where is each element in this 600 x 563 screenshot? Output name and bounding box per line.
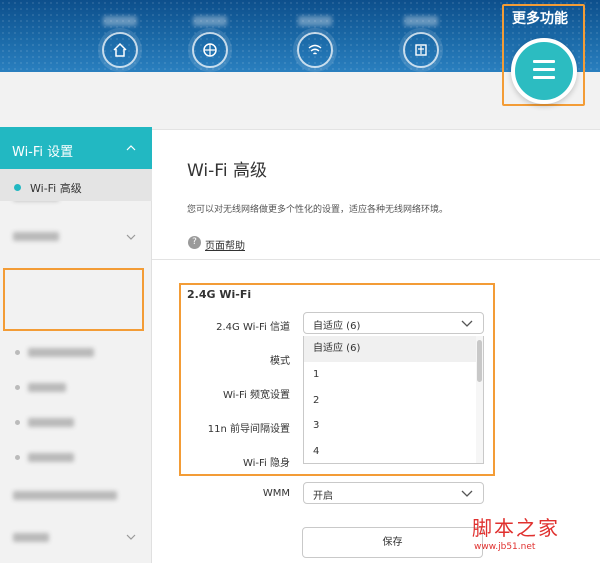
highlight-box-sidebar — [3, 268, 144, 331]
wmm-select[interactable]: 开启 — [303, 482, 484, 504]
device-icon — [403, 32, 439, 68]
wmm-label: WMM — [262, 488, 290, 499]
guard-interval-label: 11n 前导间隔设置 — [207, 424, 290, 435]
nav-item-devices[interactable] — [391, 16, 451, 68]
menu-icon — [533, 60, 555, 63]
channel-option[interactable]: 4 — [304, 439, 478, 463]
more-functions-button[interactable] — [511, 38, 577, 104]
nav-item-label — [298, 16, 332, 26]
bullet-icon — [15, 385, 20, 390]
channel-dropdown-list[interactable]: 自适应 (6) 1 2 3 4 — [303, 336, 484, 464]
channel-option[interactable]: 3 — [304, 413, 478, 439]
chevron-down-icon — [126, 234, 136, 240]
hidden-ssid-label: Wi-Fi 隐身 — [242, 458, 290, 469]
nav-item-label — [193, 16, 227, 26]
page-description: 您可以对无线网络做更多个性化的设置，适应各种无线网络环境。 — [187, 205, 449, 215]
wifi-icon — [297, 32, 333, 68]
scrollbar-thumb[interactable] — [477, 340, 482, 382]
globe-icon — [192, 32, 228, 68]
sidebar-item-blurred[interactable] — [28, 348, 94, 357]
sidebar-item-blurred[interactable] — [28, 418, 74, 427]
channel-option[interactable]: 1 — [304, 362, 478, 388]
home-icon — [102, 32, 138, 68]
chevron-down-icon — [126, 534, 136, 540]
page-title: Wi-Fi 高级 — [187, 161, 267, 181]
watermark-url: www.jb51.net — [474, 542, 536, 552]
save-button[interactable]: 保存 — [302, 527, 483, 558]
channel-value: 自适应 (6) — [313, 321, 361, 332]
divider — [152, 259, 600, 260]
nav-item-label — [404, 16, 438, 26]
channel-option[interactable]: 自适应 (6) — [304, 336, 478, 362]
sidebar-item-label: Wi-Fi 设置 — [12, 145, 74, 160]
watermark: 脚本之家 www.jb51.net — [472, 512, 560, 552]
help-link[interactable]: 页面帮助 — [205, 237, 245, 252]
bullet-icon — [15, 350, 20, 355]
bullet-icon — [15, 420, 20, 425]
watermark-title: 脚本之家 — [472, 516, 560, 540]
channel-select[interactable]: 自适应 (6) — [303, 312, 484, 334]
help-icon[interactable]: ? — [188, 236, 201, 249]
sidebar-item-blurred[interactable] — [28, 383, 66, 392]
sidebar-item-blurred[interactable] — [13, 533, 49, 542]
nav-item-home[interactable] — [90, 16, 150, 68]
sidebar-item-label: Wi-Fi 高级 — [30, 182, 82, 195]
wmm-value: 开启 — [313, 491, 333, 502]
channel-label: 2.4G Wi-Fi 信道 — [216, 322, 290, 333]
chevron-down-icon — [461, 320, 473, 327]
nav-item-internet[interactable] — [180, 16, 240, 68]
sidebar-item-blurred[interactable] — [13, 491, 117, 500]
menu-icon-line — [533, 76, 555, 79]
menu-icon-line — [533, 68, 555, 71]
mode-label: 模式 — [270, 356, 290, 367]
sidebar-item-blurred[interactable] — [13, 232, 59, 241]
dropdown-scrollbar[interactable] — [476, 336, 483, 463]
nav-item-label — [103, 16, 137, 26]
sidebar-item-blurred[interactable] — [28, 453, 74, 462]
chevron-up-icon — [126, 145, 136, 151]
active-dot-icon — [14, 184, 21, 191]
nav-item-wifi[interactable] — [285, 16, 345, 68]
channel-option[interactable]: 2 — [304, 388, 478, 414]
bullet-icon — [15, 455, 20, 460]
chevron-down-icon — [461, 490, 473, 497]
section-title: 2.4G Wi-Fi — [187, 288, 252, 301]
bandwidth-label: Wi-Fi 频宽设置 — [222, 390, 290, 401]
